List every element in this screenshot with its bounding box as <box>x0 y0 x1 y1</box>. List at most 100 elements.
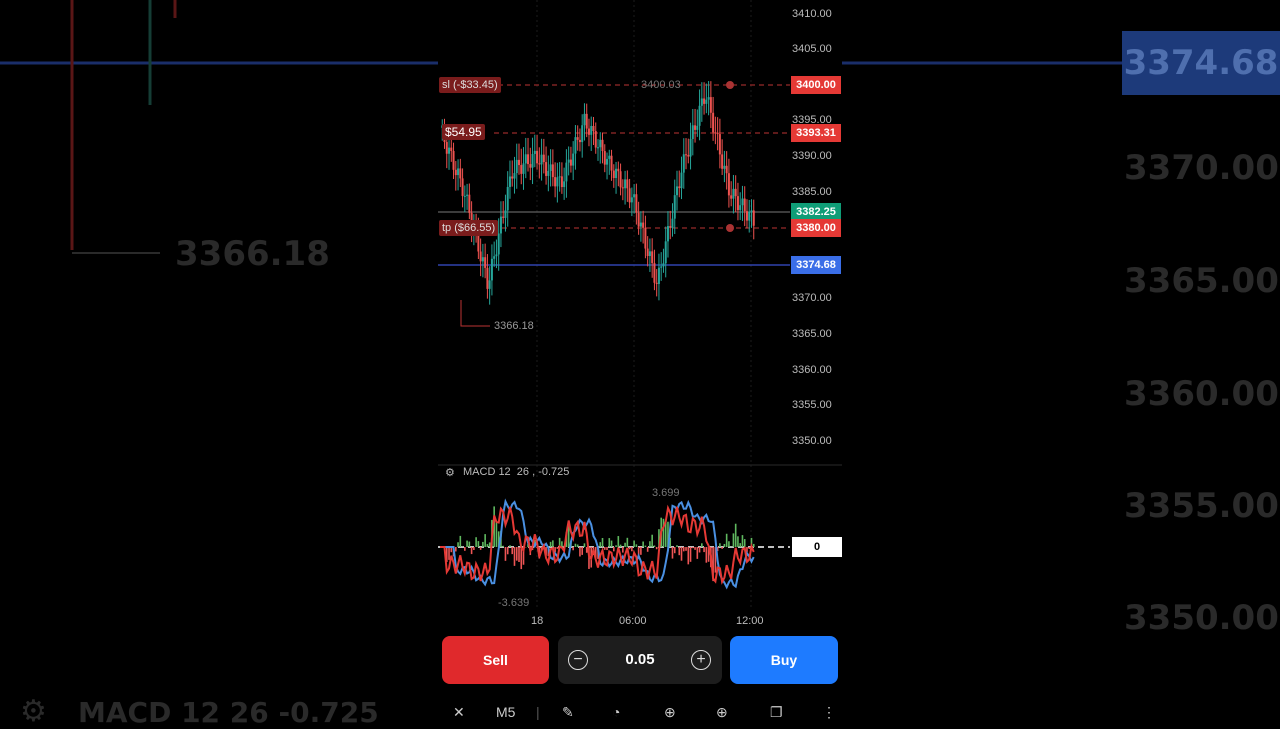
candle-body <box>613 171 615 178</box>
candle-body <box>484 257 486 268</box>
position-profit-label[interactable]: $54.95 <box>442 124 485 140</box>
low-price-label: 3366.18 <box>494 320 534 332</box>
candle-body <box>696 126 698 130</box>
candle-body <box>516 160 518 173</box>
candle-body <box>611 156 613 171</box>
candle-body <box>509 176 511 186</box>
candle-body <box>595 131 597 148</box>
y-axis-label: 3370.00 <box>792 292 832 304</box>
y-axis-label: 3360.00 <box>792 364 832 376</box>
macd-histogram-bar <box>627 538 629 547</box>
lot-size-stepper: − 0.05 + <box>558 636 722 684</box>
trading-app-screen: 3410.00 3405.00 3395.00 3390.00 3385.00 … <box>438 0 842 720</box>
candle-body <box>703 98 705 103</box>
candle-body <box>730 195 732 198</box>
collapse-chevron-icon[interactable]: ✕ <box>453 704 465 720</box>
candle-body <box>586 114 588 129</box>
candle-body <box>669 226 671 228</box>
macd-histogram-bar <box>502 546 504 547</box>
candle-body <box>629 188 631 202</box>
candle-body <box>737 196 739 210</box>
macd-histogram-bar <box>584 543 586 547</box>
macd-histogram-bar <box>606 547 608 550</box>
price-chart[interactable] <box>438 0 842 720</box>
bg-level-label: 3360.00 <box>1124 374 1279 414</box>
candle-body <box>662 263 664 266</box>
macd-histogram-bar <box>550 542 552 547</box>
macd-histogram-bar <box>687 547 689 564</box>
candle-body <box>708 97 710 100</box>
candle-body <box>719 134 721 154</box>
candle-body <box>518 160 520 165</box>
stop-loss-price-tag[interactable]: 3400.00 <box>791 76 841 94</box>
candle-body <box>592 126 594 131</box>
macd-histogram-bar <box>507 547 509 554</box>
entry-price-tag[interactable]: 3393.31 <box>791 124 841 142</box>
macd-histogram-bar <box>602 538 604 547</box>
buy-button[interactable]: Buy <box>730 636 838 684</box>
macd-histogram-bar <box>487 544 489 547</box>
macd-max-label: 3.699 <box>652 487 680 499</box>
candle-body <box>482 257 484 261</box>
candle-body <box>459 168 461 178</box>
macd-min-label: -3.639 <box>498 597 529 609</box>
candle-body <box>457 168 459 175</box>
candle-body <box>538 163 540 164</box>
take-profit-price-tag[interactable]: 3380.00 <box>791 219 841 237</box>
candle-body <box>513 173 515 178</box>
timeframe-button[interactable]: M5 <box>496 704 515 720</box>
bg-level-label: 3355.00 <box>1124 486 1279 526</box>
macd-histogram-bar <box>629 547 631 549</box>
macd-histogram-bar <box>618 536 620 547</box>
take-profit-label[interactable]: tp ($66.55) <box>439 220 498 236</box>
add-indicator-icon[interactable]: ⊕ <box>716 704 728 720</box>
macd-histogram-bar <box>496 521 498 547</box>
macd-histogram-bar <box>469 542 471 547</box>
candle-body <box>748 212 750 221</box>
candle-body <box>701 98 703 105</box>
candle-body <box>604 151 606 165</box>
indicator-gear-icon[interactable]: ⚙ <box>445 466 455 479</box>
candle-body <box>656 283 658 284</box>
drawing-tool-icon[interactable]: ✎ <box>562 704 574 720</box>
increase-lot-button[interactable]: + <box>691 650 711 670</box>
candle-body <box>574 137 576 153</box>
macd-histogram-bar <box>726 534 728 547</box>
windows-icon[interactable]: ❐ <box>770 704 783 720</box>
bg-level-label: 3350.00 <box>1124 598 1279 638</box>
candle-body <box>726 166 728 173</box>
macd-histogram-bar <box>649 541 651 547</box>
candle-body <box>744 199 746 212</box>
sell-button[interactable]: Sell <box>442 636 549 684</box>
more-icon[interactable]: ⋮ <box>822 704 836 720</box>
alert-price-tag[interactable]: 3374.68 <box>791 256 841 274</box>
macd-histogram-bar <box>624 543 626 547</box>
stop-loss-label[interactable]: sl (-$33.45) <box>439 77 501 93</box>
macd-histogram-bar <box>466 541 468 547</box>
candle-body <box>608 156 610 159</box>
macd-histogram-bar <box>509 545 511 547</box>
candle-body <box>590 126 592 135</box>
candle-body <box>721 154 723 168</box>
candle-body <box>642 223 644 228</box>
crosshair-icon[interactable]: ⊕ <box>664 704 676 720</box>
candle-body <box>563 181 565 187</box>
candle-body <box>588 129 590 135</box>
candle-body <box>653 263 655 283</box>
candle-body <box>647 249 649 256</box>
candle-body <box>710 97 712 113</box>
macd-histogram-bar <box>475 537 477 547</box>
macd-histogram-bar <box>676 545 678 547</box>
pie-chart-icon[interactable]: ◔ <box>612 704 620 720</box>
candle-body <box>723 166 725 169</box>
lot-size-value[interactable]: 0.05 <box>610 636 670 684</box>
macd-histogram-bar <box>581 547 583 555</box>
macd-histogram-bar <box>753 544 755 547</box>
macd-histogram-bar <box>604 547 606 550</box>
decrease-lot-button[interactable]: − <box>568 650 588 670</box>
candle-body <box>660 266 662 267</box>
candle-body <box>658 268 660 284</box>
macd-histogram-bar <box>674 547 676 553</box>
indicator-title[interactable]: MACD 12 26 , -0.725 <box>463 466 569 478</box>
macd-histogram-bar <box>642 542 644 547</box>
